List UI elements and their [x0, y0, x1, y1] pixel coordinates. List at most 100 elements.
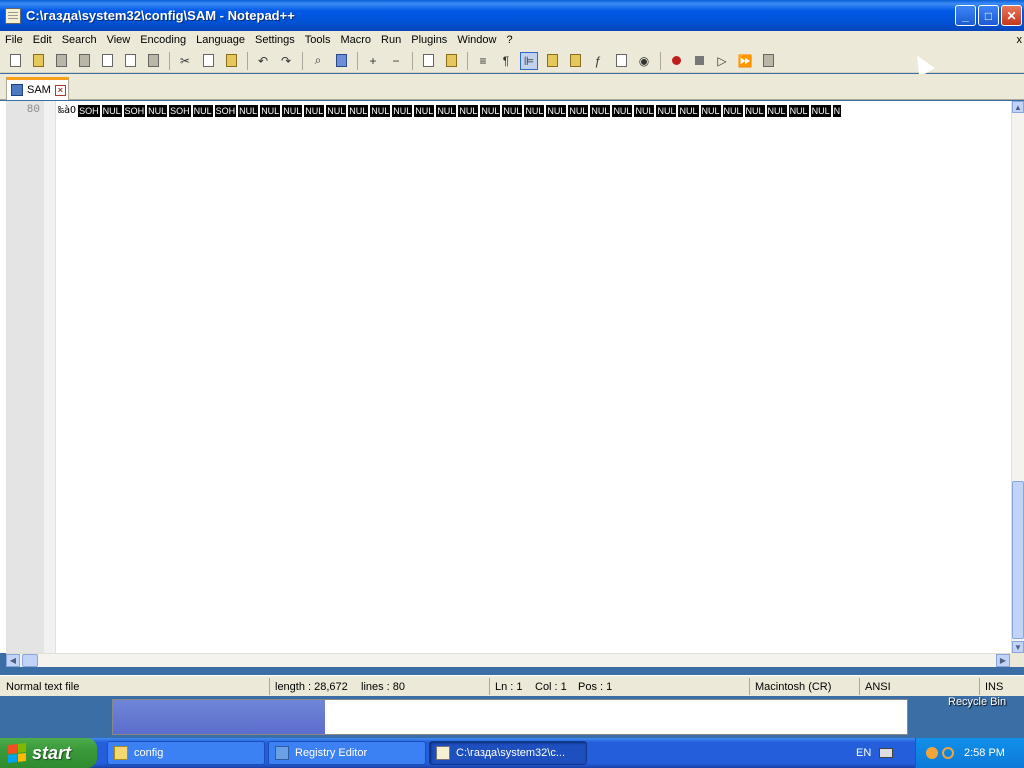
print-icon[interactable] — [144, 52, 162, 70]
undo-icon[interactable]: ↶ — [254, 52, 272, 70]
vertical-scrollbar[interactable]: ▲ ▼ — [1011, 101, 1024, 653]
recycle-bin-label[interactable]: Recycle Bin — [948, 696, 1006, 708]
control-char-token: NUL — [700, 105, 721, 117]
tray-app-icon[interactable] — [926, 747, 938, 759]
save-all-icon[interactable] — [75, 52, 93, 70]
menu-bar: File Edit Search View Encoding Language … — [0, 31, 1024, 49]
control-char-token: SOH — [123, 105, 146, 117]
user-lang-icon[interactable] — [543, 52, 561, 70]
maximize-button[interactable]: □ — [978, 5, 999, 26]
line-number: 80 — [26, 104, 40, 116]
vertical-scroll-thumb[interactable] — [1012, 481, 1024, 639]
sync-v-icon[interactable] — [419, 52, 437, 70]
menu-settings[interactable]: Settings — [250, 31, 300, 49]
taskbar-item-registry-editor[interactable]: Registry Editor — [268, 741, 426, 765]
copy-icon[interactable] — [199, 52, 217, 70]
menu-run[interactable]: Run — [376, 31, 406, 49]
play-macro-icon[interactable]: ▷ — [713, 52, 731, 70]
scroll-left-icon[interactable]: ◀ — [6, 654, 20, 667]
horizontal-scroll-thumb[interactable] — [22, 654, 38, 667]
title-bar[interactable]: C:\газда\system32\config\SAM - Notepad++… — [0, 0, 1024, 31]
minimize-button[interactable]: _ — [955, 5, 976, 26]
menu-search[interactable]: Search — [57, 31, 102, 49]
menu-plugins[interactable]: Plugins — [406, 31, 452, 49]
taskbar-item-config[interactable]: config — [107, 741, 265, 765]
run-multiple-macro-icon[interactable]: ⏩ — [736, 52, 754, 70]
sync-h-icon[interactable] — [442, 52, 460, 70]
toolbar-separator — [467, 51, 468, 70]
save-icon[interactable] — [52, 52, 70, 70]
control-char-token: SOH — [78, 105, 100, 117]
horizontal-scrollbar[interactable]: ◀ ▶ — [6, 653, 1010, 667]
menu-help[interactable]: ? — [501, 31, 517, 49]
monitor-icon[interactable]: ◉ — [635, 52, 653, 70]
tab-label: SAM — [27, 84, 51, 96]
open-file-icon[interactable] — [29, 52, 47, 70]
indent-guide-icon[interactable]: ⊫ — [520, 51, 538, 70]
menu-macro[interactable]: Macro — [335, 31, 376, 49]
zoom-out-icon[interactable]: − — [387, 52, 405, 70]
cut-icon[interactable]: ✂ — [176, 52, 194, 70]
control-char-token: NUL — [101, 105, 122, 117]
new-file-icon[interactable] — [6, 52, 24, 70]
scroll-up-icon[interactable]: ▲ — [1012, 101, 1024, 113]
close-all-icon[interactable] — [121, 52, 139, 70]
control-char-token: NUL — [370, 105, 391, 117]
tab-sam[interactable]: SAM × — [6, 77, 69, 100]
control-char-token: NUL — [458, 105, 479, 117]
clock[interactable]: 2:58 PM — [964, 747, 1005, 759]
taskbar-item-notepad[interactable]: C:\газда\system32\c... — [429, 741, 587, 765]
control-char-token: NUL — [524, 105, 545, 117]
menu-file[interactable]: File — [0, 31, 28, 49]
menu-tools[interactable]: Tools — [300, 31, 336, 49]
menu-window[interactable]: Window — [452, 31, 501, 49]
menu-view[interactable]: View — [102, 31, 136, 49]
control-char-token: NUL — [414, 105, 435, 117]
scrollbar-corner — [1010, 653, 1024, 667]
menu-language[interactable]: Language — [191, 31, 250, 49]
control-char-token: NUL — [656, 105, 677, 117]
tray-search-icon[interactable] — [942, 747, 954, 759]
start-label: start — [32, 742, 72, 763]
save-macro-icon[interactable] — [759, 52, 777, 70]
stop-macro-icon[interactable] — [690, 52, 708, 70]
show-all-chars-icon[interactable]: ¶ — [497, 52, 515, 70]
wrap-icon[interactable]: ≡ — [474, 52, 492, 70]
editor-area[interactable]: 80 ‰àO SOH NUL SOH NUL SOH NUL SOH NUL NUL NUL NUL… — [0, 101, 1024, 653]
control-char-token: NUL — [436, 105, 457, 117]
language-indicator[interactable]: EN — [856, 747, 871, 759]
record-macro-icon[interactable] — [667, 52, 685, 70]
close-document-button[interactable]: x — [1017, 31, 1023, 49]
find-icon[interactable]: ⌕ — [309, 52, 327, 70]
keyboard-icon[interactable] — [879, 748, 893, 758]
scroll-down-icon[interactable]: ▼ — [1012, 641, 1024, 653]
close-tab-icon[interactable]: × — [54, 84, 66, 96]
replace-icon[interactable] — [332, 52, 350, 70]
control-char-token: NUL — [502, 105, 523, 117]
notepad-app-icon[interactable] — [5, 7, 21, 24]
control-char-token: NUL — [634, 105, 655, 117]
control-char-token: NUL — [788, 105, 809, 117]
status-length: length : 28,672 — [275, 681, 348, 693]
start-button[interactable]: start — [0, 738, 97, 768]
editor-line[interactable]: ‰àO SOH NUL SOH NUL SOH NUL SOH NUL NUL NUL NUL NUL… — [58, 104, 1010, 118]
toolbar-separator — [357, 51, 358, 70]
taskbar-item-label: Registry Editor — [295, 747, 368, 759]
zoom-in-icon[interactable]: + — [364, 52, 382, 70]
close-icon[interactable] — [98, 52, 116, 70]
menu-encoding[interactable]: Encoding — [135, 31, 191, 49]
function-list-icon[interactable]: ƒ — [589, 52, 607, 70]
control-char-token: NUL — [810, 105, 831, 117]
paste-icon[interactable] — [222, 52, 240, 70]
scroll-right-icon[interactable]: ▶ — [996, 654, 1010, 667]
control-char-token: NUL — [766, 105, 787, 117]
menu-edit[interactable]: Edit — [28, 31, 57, 49]
status-col: Col : 1 — [535, 681, 567, 693]
background-window[interactable] — [112, 699, 908, 735]
folder-as-workspace-icon[interactable] — [612, 52, 630, 70]
status-divider — [859, 678, 860, 695]
doc-map-icon[interactable] — [566, 52, 584, 70]
redo-icon[interactable]: ↷ — [277, 52, 295, 70]
close-button[interactable]: ✕ — [1001, 5, 1022, 26]
toolbar-separator — [660, 51, 661, 70]
